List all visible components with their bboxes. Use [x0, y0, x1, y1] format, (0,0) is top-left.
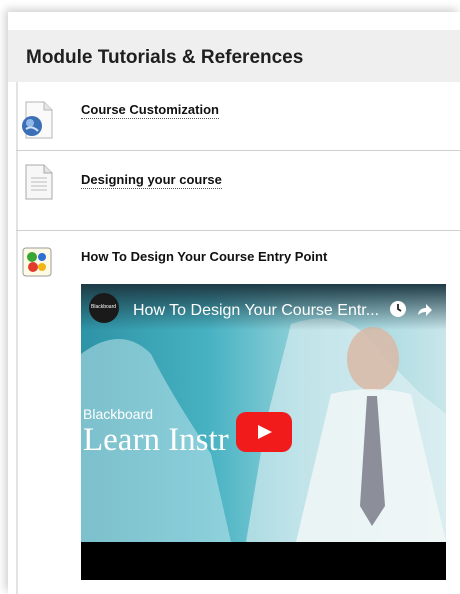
- watch-later-icon[interactable]: [389, 300, 407, 323]
- play-button[interactable]: [236, 412, 292, 452]
- share-icon[interactable]: [415, 300, 433, 323]
- designing-your-course-link[interactable]: Designing your course: [81, 172, 222, 189]
- channel-avatar[interactable]: Blackboard: [89, 293, 119, 323]
- mashup-puzzle-icon: [22, 247, 52, 282]
- video-embed[interactable]: Blackboard How To Design Your Course Ent…: [81, 284, 446, 580]
- module-header: Module Tutorials & References: [8, 30, 460, 82]
- web-link-globe-icon: [20, 100, 56, 145]
- video-thumbnail: Blackboard How To Design Your Course Ent…: [81, 284, 446, 542]
- module-title: Module Tutorials & References: [26, 47, 304, 68]
- course-customization-link[interactable]: Course Customization: [81, 102, 219, 119]
- list-item-designing-your-course: Designing your course: [8, 151, 460, 231]
- module-frame: Module Tutorials & References Course Cus…: [8, 12, 460, 594]
- overlay-brand: Blackboard: [83, 406, 154, 422]
- course-entry-point-title: How To Design Your Course Entry Point: [81, 249, 328, 264]
- document-icon: [24, 163, 54, 206]
- video-title[interactable]: How To Design Your Course Entr...: [133, 302, 379, 320]
